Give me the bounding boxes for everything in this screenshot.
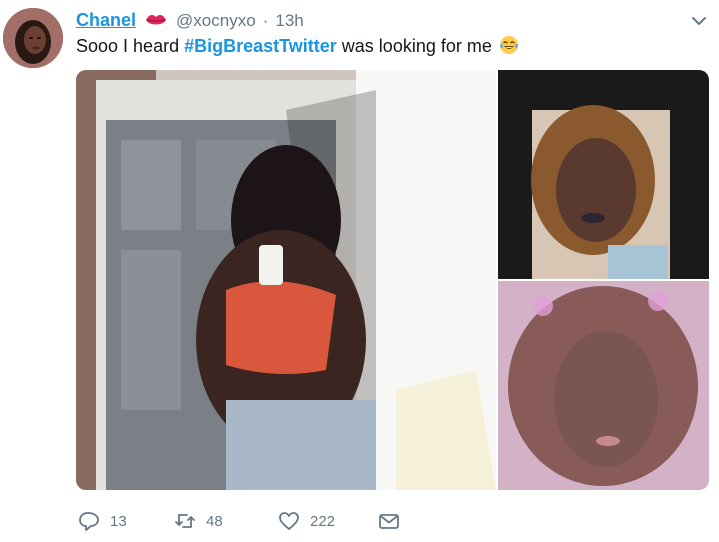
- tweet[interactable]: Chanel @xocnyxo · 13h Sooo I heard #BigB…: [0, 0, 719, 542]
- reply-icon: [79, 512, 99, 531]
- retweet-button[interactable]: 48: [174, 508, 223, 534]
- tweet-text-before: Sooo I heard: [76, 36, 185, 56]
- caret-down-icon[interactable]: [691, 14, 707, 26]
- tweet-actions: 13 48 222: [78, 508, 438, 534]
- separator-dot: ·: [262, 11, 269, 30]
- tears-of-joy-emoji-icon: [499, 35, 519, 55]
- media-grid: [76, 70, 709, 490]
- photo-2[interactable]: [498, 70, 709, 279]
- author-handle[interactable]: @xocnyxo: [176, 11, 256, 30]
- like-icon: [279, 512, 299, 530]
- hashtag-link[interactable]: #BigBreastTwitter: [184, 36, 337, 56]
- retweet-count: 48: [206, 512, 223, 530]
- tweet-text-after: was looking for me: [336, 36, 492, 56]
- reply-button[interactable]: 13: [78, 508, 127, 534]
- reply-count: 13: [110, 512, 127, 530]
- photo-3[interactable]: [498, 281, 709, 490]
- tweet-text: Sooo I heard #BigBreastTwitter was looki…: [76, 35, 519, 57]
- direct-message-icon: [379, 514, 399, 529]
- like-button[interactable]: 222: [278, 508, 335, 534]
- direct-message-button[interactable]: [378, 508, 410, 534]
- tweet-header: Chanel @xocnyxo · 13h: [76, 10, 699, 32]
- retweet-icon: [175, 514, 195, 528]
- tweet-timestamp[interactable]: 13h: [275, 11, 303, 30]
- lips-icon: [145, 12, 167, 28]
- like-count: 222: [310, 512, 336, 530]
- photo-1[interactable]: [76, 70, 496, 490]
- author-name[interactable]: Chanel: [76, 10, 136, 30]
- avatar[interactable]: [3, 8, 63, 68]
